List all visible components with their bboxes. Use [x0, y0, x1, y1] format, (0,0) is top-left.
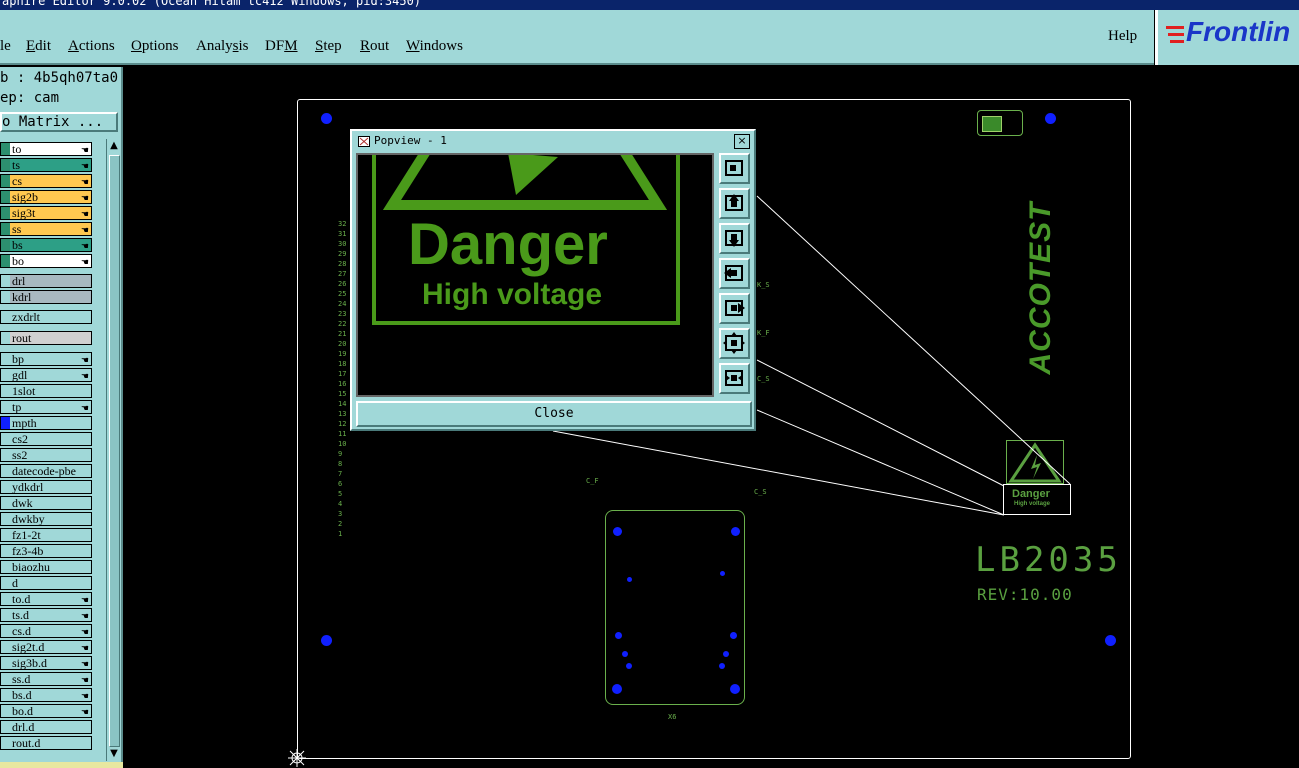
pan-down-icon: [725, 230, 743, 247]
popview-dialog: Popview - 1 × Danger High voltage Close: [350, 129, 756, 431]
zoom-in-icon: [723, 332, 745, 354]
popview-window-icon: [358, 136, 370, 147]
zoom-window-icon: [725, 160, 743, 176]
menu-help[interactable]: Help: [1108, 28, 1137, 45]
high-voltage-text: High voltage: [422, 278, 603, 311]
zoom-in-button[interactable]: [719, 328, 750, 359]
zoom-out-button[interactable]: [719, 363, 750, 394]
danger-text: Danger: [408, 212, 608, 277]
pan-up-button[interactable]: [719, 188, 750, 219]
pan-left-icon: [724, 265, 743, 281]
pan-up-icon: [725, 194, 743, 211]
zoom-fit-button[interactable]: [719, 153, 750, 184]
pan-left-button[interactable]: [719, 258, 750, 289]
pan-right-icon: [725, 300, 745, 316]
popview-close-icon[interactable]: ×: [734, 134, 750, 149]
zoom-out-icon: [725, 370, 743, 386]
pan-right-button[interactable]: [719, 293, 750, 324]
close-button[interactable]: Close: [356, 401, 752, 427]
popview-viewport[interactable]: Danger High voltage: [356, 153, 714, 397]
popview-title: Popview - 1: [374, 134, 447, 147]
origin-marker-icon: [288, 749, 306, 767]
pan-down-button[interactable]: [719, 223, 750, 254]
